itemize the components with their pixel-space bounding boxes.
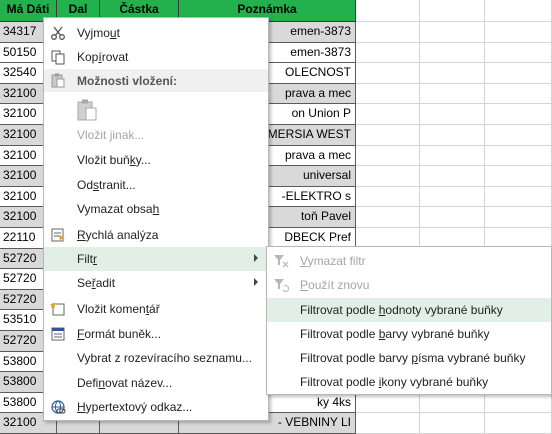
menu-item-label: Seřadit [77, 276, 116, 290]
menu-item-label: Hypertextový odkaz... [77, 400, 193, 414]
empty-cell[interactable] [356, 125, 420, 146]
empty-cell[interactable] [356, 22, 420, 43]
empty-cell[interactable] [356, 207, 420, 228]
empty-cell[interactable] [485, 207, 552, 228]
empty-cell[interactable] [485, 0, 552, 22]
paste-options-header: Možnosti vložení: [44, 69, 268, 92]
menu-item-label: Vyjmout [77, 26, 120, 40]
empty-cell[interactable] [420, 166, 485, 187]
hyperlink-icon [51, 400, 66, 414]
empty-cell[interactable] [420, 22, 485, 43]
empty-cell[interactable] [485, 166, 552, 187]
menu-item-delete[interactable]: Odstranit... [44, 173, 268, 197]
empty-cell[interactable] [420, 207, 485, 228]
context-menu: Vyjmout Kopírovat Možnosti vložení: Vlož… [43, 17, 269, 421]
menu-item-insert-cells[interactable]: Vložit buňky... [44, 148, 268, 172]
scissors-icon [51, 26, 65, 40]
empty-cell[interactable] [356, 166, 420, 187]
submenu-item-reapply: Použít znovu [267, 273, 551, 297]
menu-item-label: Vymazat filtr [300, 254, 366, 268]
menu-item-label: Formát buněk... [77, 327, 162, 341]
menu-item-filter[interactable]: Filtr [44, 247, 268, 271]
menu-item-format-cells[interactable]: Formát buněk... [44, 322, 268, 346]
menu-item-clear-contents[interactable]: Vymazat obsah [44, 197, 268, 221]
empty-cell[interactable] [356, 63, 420, 84]
empty-cell[interactable] [420, 63, 485, 84]
empty-cell[interactable] [420, 104, 485, 125]
empty-cell[interactable] [420, 83, 485, 105]
menu-item-label: Použít znovu [300, 278, 370, 292]
menu-item-pick-from-list[interactable]: Vybrat z rozevíracího seznamu... [44, 346, 268, 370]
empty-cell[interactable] [420, 145, 485, 167]
menu-item-insert-comment[interactable]: Vložit komentář [44, 297, 268, 321]
submenu-arrow-icon [254, 278, 258, 286]
paste-button[interactable] [74, 96, 102, 126]
menu-item-copy[interactable]: Kopírovat [44, 45, 268, 69]
empty-cell[interactable] [420, 186, 485, 208]
menu-item-label: Vybrat z rozevíracího seznamu... [77, 351, 252, 365]
menu-item-label: Vložit komentář [77, 302, 160, 316]
menu-item-label: Vložit buňky... [77, 153, 151, 167]
clipboard-icon [51, 73, 65, 88]
quick-analysis-icon [51, 228, 65, 242]
empty-cell[interactable] [356, 413, 420, 434]
menu-item-quick-analysis[interactable]: Rychlá analýza [44, 223, 268, 247]
empty-cell[interactable] [420, 392, 485, 414]
menu-item-label: Rychlá analýza [77, 228, 159, 242]
menu-item-paste-special: Vložit jinak... [44, 123, 268, 147]
menu-item-cut[interactable]: Vyjmout [44, 21, 268, 45]
menu-item-label: Filtrovat podle barvy písma vybrané buňk… [300, 351, 526, 365]
empty-cell[interactable] [356, 186, 420, 208]
empty-cell[interactable] [420, 413, 485, 434]
menu-item-label: Kopírovat [77, 50, 129, 64]
submenu-item-clear-filter: Vymazat filtr [267, 249, 551, 273]
menu-item-label: Vymazat obsah [77, 202, 160, 216]
empty-cell[interactable] [485, 125, 552, 146]
clear-filter-icon [274, 255, 289, 268]
submenu-item-filter-by-color[interactable]: Filtrovat podle barvy vybrané buňky [267, 322, 551, 346]
empty-cell[interactable] [485, 145, 552, 167]
submenu-item-filter-by-icon[interactable]: Filtrovat podle ikony vybrané buňky [267, 370, 551, 394]
menu-item-label: Odstranit... [77, 178, 136, 192]
empty-cell[interactable] [356, 0, 420, 22]
empty-cell[interactable] [420, 42, 485, 64]
reapply-filter-icon [274, 279, 289, 293]
empty-cell[interactable] [485, 413, 552, 434]
filter-submenu: Vymazat filtr Použít znovu Filtrovat pod… [266, 246, 552, 395]
submenu-item-filter-by-font-color[interactable]: Filtrovat podle barvy písma vybrané buňk… [267, 346, 551, 370]
empty-cell[interactable] [356, 42, 420, 64]
empty-cell[interactable] [485, 63, 552, 84]
empty-cell[interactable] [485, 22, 552, 43]
menu-item-sort[interactable]: Seřadit [44, 271, 268, 295]
copy-icon [51, 50, 65, 65]
new-comment-icon [50, 302, 65, 316]
empty-cell[interactable] [420, 125, 485, 146]
menu-item-define-name[interactable]: Definovat název... [44, 371, 268, 395]
empty-cell[interactable] [485, 186, 552, 208]
menu-item-label: Vložit jinak... [77, 128, 145, 142]
empty-cell[interactable] [356, 392, 420, 414]
menu-item-hyperlink[interactable]: Hypertextový odkaz... [44, 395, 268, 419]
menu-item-label: Filtrovat podle hodnoty vybrané buňky [300, 303, 503, 317]
menu-item-label: Filtrovat podle barvy vybrané buňky [300, 327, 490, 341]
empty-cell[interactable] [485, 392, 552, 414]
empty-cell[interactable] [356, 104, 420, 125]
paste-clipboard-icon [77, 99, 97, 121]
format-cells-icon [51, 327, 65, 341]
menu-item-label: Definovat název... [77, 376, 173, 390]
empty-cell[interactable] [485, 42, 552, 64]
empty-cell[interactable] [485, 83, 552, 105]
empty-cell[interactable] [485, 104, 552, 125]
menu-item-label: Filtrovat podle ikony vybrané buňky [300, 375, 489, 389]
submenu-item-filter-by-value[interactable]: Filtrovat podle hodnoty vybrané buňky [267, 298, 551, 322]
submenu-arrow-icon [254, 254, 258, 262]
empty-cell[interactable] [420, 0, 485, 22]
empty-cell[interactable] [356, 83, 420, 105]
empty-cell[interactable] [356, 145, 420, 167]
menu-item-label: Filtr [77, 252, 97, 266]
